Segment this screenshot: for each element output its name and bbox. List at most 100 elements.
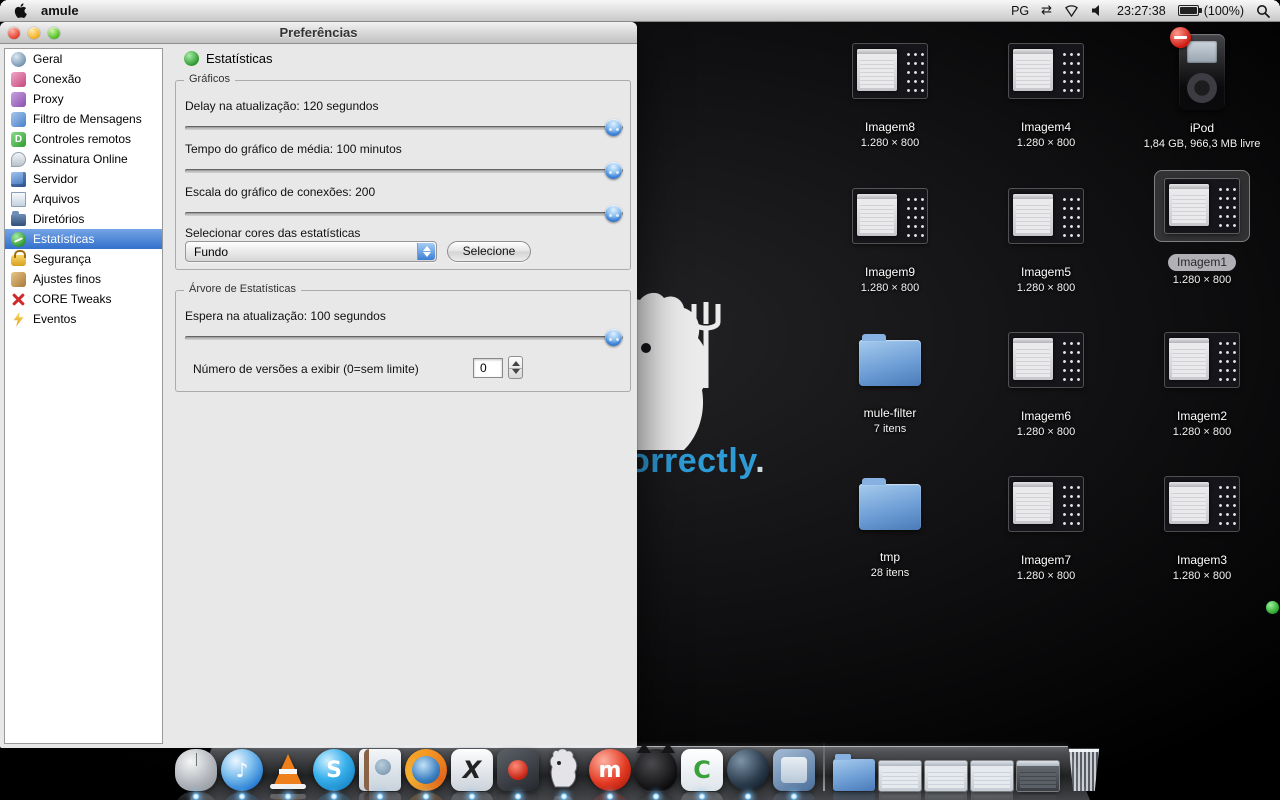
icon-sublabel: 1.280 × 800 (986, 282, 1106, 294)
slider-thumb[interactable] (605, 119, 622, 136)
sidebar-item-seguranca[interactable]: Segurança (5, 249, 162, 269)
vlc-cone-icon (267, 749, 309, 791)
volume-icon[interactable] (1091, 4, 1105, 17)
desktop-icon-imagem1-selected[interactable]: Imagem1 1.280 × 800 (1142, 170, 1262, 286)
sidebar-item-label: Estatísticas (33, 232, 94, 246)
dock-item-gimp[interactable] (175, 749, 217, 791)
dock-item-x11[interactable]: X (451, 749, 493, 791)
versions-count-stepper[interactable] (508, 356, 523, 379)
desktop-icon-imagem7[interactable]: Imagem7 1.280 × 800 (986, 477, 1106, 582)
sidebar-item-servidor[interactable]: Servidor (5, 169, 162, 189)
tree-update-delay-slider[interactable] (185, 329, 623, 346)
sidebar-item-assinatura-online[interactable]: Assinatura Online (5, 149, 162, 169)
dock-item-m-app[interactable]: m (589, 749, 631, 791)
running-indicator (653, 793, 660, 800)
dock-item-documents-folder[interactable] (833, 759, 875, 791)
clock[interactable]: 23:27:38 (1117, 4, 1166, 18)
running-indicator (469, 793, 476, 800)
update-delay-label: Delay na atualização: 120 segundos (185, 99, 378, 113)
desktop-icon-imagem6[interactable]: Imagem6 1.280 × 800 (986, 333, 1106, 438)
battery-menu[interactable]: (100%) (1178, 4, 1244, 18)
dock-item-globe-app[interactable] (727, 749, 769, 791)
icon-sublabel: 1,84 GB, 966,3 MB livre (1142, 138, 1262, 150)
tweaks-icon (11, 272, 26, 287)
sidebar-item-conexao[interactable]: Conexão (5, 69, 162, 89)
spotlight-icon[interactable] (1256, 4, 1270, 18)
sidebar-item-ajustes-finos[interactable]: Ajustes finos (5, 269, 162, 289)
dock-item-minimized-window-4[interactable] (1017, 761, 1059, 791)
desktop-icon-imagem3[interactable]: Imagem3 1.280 × 800 (1142, 477, 1262, 582)
desktop-icon-tmp[interactable]: tmp 28 itens (830, 476, 950, 579)
running-indicator (239, 793, 246, 800)
directories-icon (11, 214, 26, 226)
sidebar-item-estatisticas[interactable]: Estatísticas (5, 229, 162, 249)
cat-app-icon (635, 749, 677, 791)
sidebar-item-label: Arquivos (33, 192, 80, 206)
sidebar-item-proxy[interactable]: Proxy (5, 89, 162, 109)
sidebar-item-arquivos[interactable]: Arquivos (5, 189, 162, 209)
sidebar-item-geral[interactable]: Geral (5, 49, 162, 69)
apple-menu[interactable] (14, 3, 27, 18)
dock-separator (823, 743, 825, 791)
screenshot-thumbnail (1165, 179, 1239, 233)
dock-item-minimized-window-3[interactable] (971, 761, 1013, 791)
sidebar-item-label: Filtro de Mensagens (33, 112, 142, 126)
online-signature-icon (11, 152, 26, 167)
desktop-icon-mule-filter[interactable]: mule-filter 7 itens (830, 332, 950, 435)
tree-update-delay-label: Espera na atualização: 100 segundos (185, 309, 386, 323)
sidebar-item-core-tweaks[interactable]: CORE Tweaks (5, 289, 162, 309)
input-source-menu[interactable]: PG (1011, 4, 1029, 18)
connections-scale-slider[interactable] (185, 205, 623, 222)
dock-item-blue-app[interactable] (773, 749, 815, 791)
amule-mule-icon (543, 749, 585, 791)
dock-item-cat-app[interactable] (635, 749, 677, 791)
dock-item-vlc[interactable] (267, 749, 309, 791)
statistics-color-dropdown[interactable]: Fundo (185, 241, 437, 262)
sidebar-item-filtro-de-mensagens[interactable]: Filtro de Mensagens (5, 109, 162, 129)
active-app-menu[interactable]: amule (41, 3, 79, 18)
green-c-app-icon: C (681, 749, 723, 791)
dock-item-minimized-window-1[interactable] (879, 761, 921, 791)
skype-icon: S (313, 749, 355, 791)
screenshot-thumbnail (1165, 333, 1239, 387)
sidebar-item-controles-remotos[interactable]: Controles remotos (5, 129, 162, 149)
dock-item-itunes[interactable]: ♪ (221, 749, 263, 791)
slider-thumb[interactable] (605, 329, 622, 346)
desktop-icon-imagem9[interactable]: Imagem9 1.280 × 800 (830, 189, 950, 294)
airport-icon[interactable] (1064, 4, 1079, 17)
dock-item-address-book[interactable] (359, 749, 401, 791)
slider-thumb[interactable] (605, 205, 622, 222)
dock-item-skype[interactable]: S (313, 749, 355, 791)
dock-item-green-c-app[interactable]: C (681, 749, 723, 791)
desktop-icon-imagem4[interactable]: Imagem4 1.280 × 800 (986, 44, 1106, 149)
sidebar-item-eventos[interactable]: Eventos (5, 309, 162, 329)
desktop-icon-imagem2[interactable]: Imagem2 1.280 × 800 (1142, 333, 1262, 438)
average-graph-time-slider[interactable] (185, 162, 623, 179)
slider-thumb[interactable] (605, 162, 622, 179)
screen-corner (1272, 0, 1280, 8)
keyboard-switch-icon[interactable]: ⇄ (1041, 3, 1052, 18)
running-indicator (699, 793, 706, 800)
sidebar-item-diretorios[interactable]: Diretórios (5, 209, 162, 229)
folder-icon (859, 484, 921, 530)
dock-item-trash[interactable] (1063, 747, 1105, 791)
connection-icon (11, 72, 26, 87)
screenshot-thumbnail (1165, 477, 1239, 531)
running-indicator (561, 793, 568, 800)
window-titlebar[interactable]: Preferências (0, 22, 637, 44)
desktop-icon-imagem8[interactable]: Imagem8 1.280 × 800 (830, 44, 950, 149)
select-color-button[interactable]: Selecione (447, 241, 531, 262)
desktop-icon-ipod[interactable]: iPod 1,84 GB, 966,3 MB livre (1142, 34, 1262, 150)
groupbox-title: Árvore de Estatísticas (184, 283, 301, 295)
dock-item-minimized-window-2[interactable] (925, 761, 967, 791)
dock-item-red-app[interactable] (497, 749, 539, 791)
versions-count-field[interactable]: 0 (473, 358, 503, 378)
dock-item-amule[interactable] (543, 749, 585, 791)
desktop-icon-imagem5[interactable]: Imagem5 1.280 × 800 (986, 189, 1106, 294)
menu-bar: amule PG ⇄ 23:27:38 (100%) (0, 0, 1280, 22)
screenshot-thumbnail (1009, 477, 1083, 531)
dock-item-firefox[interactable] (405, 749, 447, 791)
update-delay-slider[interactable] (185, 119, 623, 136)
statistics-tree-groupbox: Árvore de Estatísticas Espera na atualiz… (175, 290, 631, 392)
minimized-window-thumbnail (879, 761, 921, 791)
